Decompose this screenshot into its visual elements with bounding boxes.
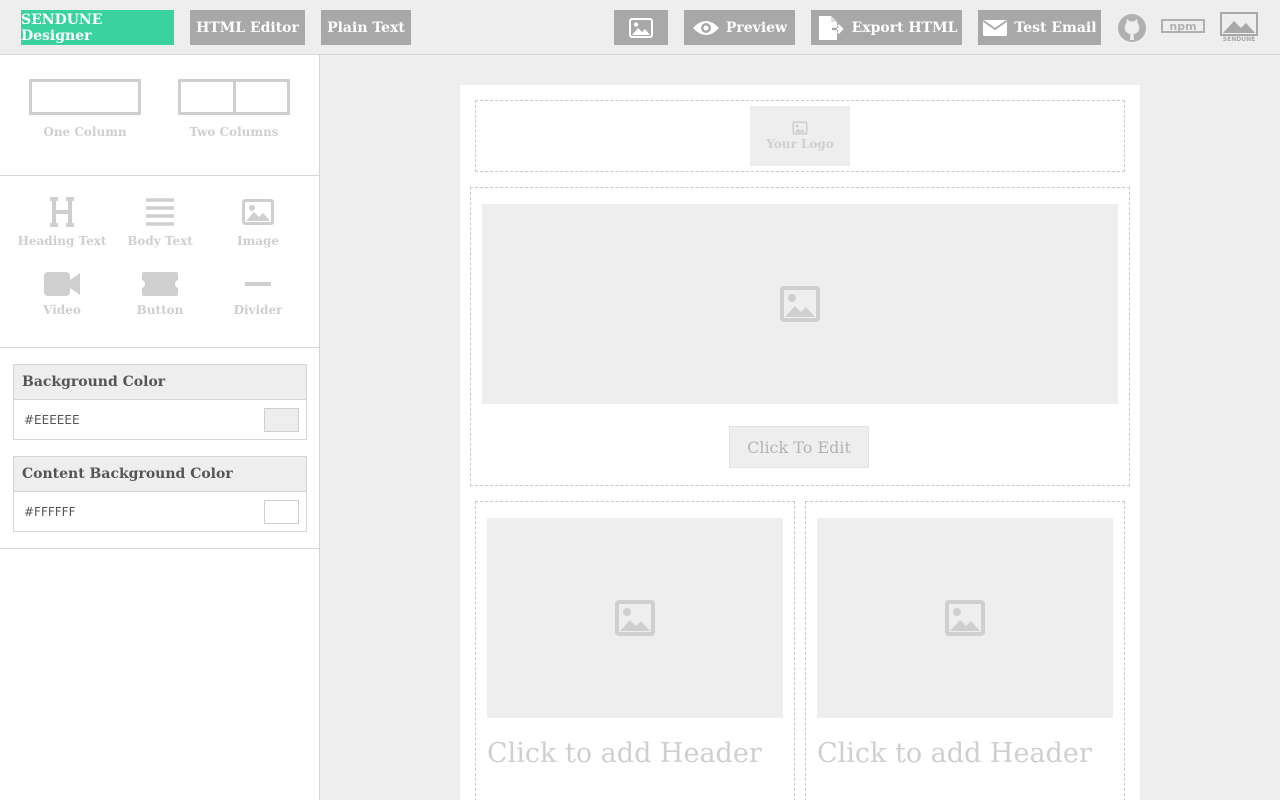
sidebar-divider (0, 548, 319, 549)
block-divider-label: Divider (233, 303, 283, 317)
html-editor-tab-button[interactable]: HTML Editor (190, 10, 305, 45)
logo-placeholder-text: Your Logo (766, 137, 834, 151)
one-column-icon (29, 79, 141, 115)
two-columns-icon (178, 79, 290, 115)
block-image[interactable]: Image (209, 196, 307, 248)
test-email-label: Test Email (1014, 19, 1097, 36)
content-background-color-panel: Content Background Color #FFFFFF (13, 456, 307, 532)
image-icon (629, 17, 653, 38)
test-email-button[interactable]: Test Email (978, 10, 1101, 45)
designer-tab-label: SENDUNE Designer (21, 11, 103, 44)
ticket-button-icon (142, 272, 178, 296)
hero-section[interactable]: Click To Edit (470, 187, 1130, 486)
export-html-label: Export HTML (851, 19, 958, 36)
eye-icon (692, 20, 719, 35)
image-icon (780, 286, 820, 322)
block-image-label: Image (236, 234, 280, 248)
hero-image-placeholder[interactable] (482, 204, 1118, 404)
layout-one-column[interactable]: One Column (29, 79, 141, 139)
sendune-brand-label: SENDUNE (1222, 36, 1256, 43)
left-column-section[interactable]: Click to add Header (475, 501, 795, 800)
block-heading-label: Heading Text (17, 234, 107, 248)
npm-icon: npm (1161, 18, 1205, 33)
left-column-header[interactable]: Click to add Header (487, 738, 762, 769)
content-background-color-title: Content Background Color (14, 457, 306, 492)
block-button-label: Button (136, 303, 184, 317)
envelope-icon (983, 19, 1008, 36)
background-color-panel: Background Color #EEEEEE (13, 364, 307, 440)
layout-section: One Column Two Columns (0, 55, 319, 176)
background-color-swatch[interactable] (264, 407, 299, 432)
block-heading-text[interactable]: Heading Text (13, 196, 111, 248)
top-toolbar: SENDUNE Designer HTML Editor Plain Text … (0, 0, 1280, 55)
heading-icon (50, 197, 74, 227)
github-icon (1118, 13, 1146, 42)
layout-one-column-label: One Column (43, 125, 127, 139)
image-gallery-button[interactable] (614, 10, 668, 45)
video-camera-icon (44, 272, 80, 296)
block-button[interactable]: Button (111, 271, 209, 317)
image-icon (792, 121, 808, 135)
content-background-color-swatch[interactable] (264, 499, 299, 524)
sendune-brand-link[interactable]: SENDUNE (1218, 10, 1260, 45)
plain-text-tab-label: Plain Text (327, 19, 405, 36)
click-to-edit-button[interactable]: Click To Edit (729, 426, 869, 468)
preview-button[interactable]: Preview (684, 10, 795, 45)
logo-section[interactable]: Your Logo (475, 100, 1125, 172)
block-video-label: Video (43, 303, 81, 317)
text-lines-icon (146, 198, 174, 226)
npm-link[interactable]: npm (1160, 10, 1206, 45)
divider-icon (245, 282, 271, 286)
blocks-section: Heading Text Body Text Image Video Butto… (0, 176, 319, 348)
block-body-text[interactable]: Body Text (111, 196, 209, 248)
github-link[interactable] (1116, 10, 1148, 45)
image-icon (945, 600, 985, 636)
logo-placeholder[interactable]: Your Logo (750, 106, 850, 166)
email-canvas: Your Logo Click To Edit Click to add Hea… (460, 85, 1140, 800)
left-column-image-placeholder[interactable] (487, 518, 783, 718)
right-column-section[interactable]: Click to add Header (805, 501, 1125, 800)
sidebar: One Column Two Columns Heading Text Body… (0, 55, 320, 800)
sendune-logo-icon (1220, 12, 1258, 36)
block-video[interactable]: Video (13, 271, 111, 317)
background-color-value[interactable]: #EEEEEE (24, 413, 80, 427)
layout-two-columns[interactable]: Two Columns (178, 79, 290, 139)
right-column-header[interactable]: Click to add Header (817, 738, 1092, 769)
image-icon (615, 600, 655, 636)
html-editor-tab-label: HTML Editor (196, 19, 299, 36)
export-html-button[interactable]: Export HTML (811, 10, 962, 45)
image-icon (242, 199, 274, 225)
layout-two-columns-label: Two Columns (189, 125, 279, 139)
plain-text-tab-button[interactable]: Plain Text (321, 10, 411, 45)
file-export-icon (818, 15, 844, 40)
right-column-image-placeholder[interactable] (817, 518, 1113, 718)
designer-tab-button[interactable]: SENDUNE Designer (21, 10, 174, 45)
svg-text:npm: npm (1169, 20, 1196, 33)
background-color-title: Background Color (14, 365, 306, 400)
block-body-label: Body Text (127, 234, 193, 248)
preview-label: Preview (725, 19, 788, 36)
content-background-color-value[interactable]: #FFFFFF (24, 505, 75, 519)
block-divider[interactable]: Divider (209, 271, 307, 317)
